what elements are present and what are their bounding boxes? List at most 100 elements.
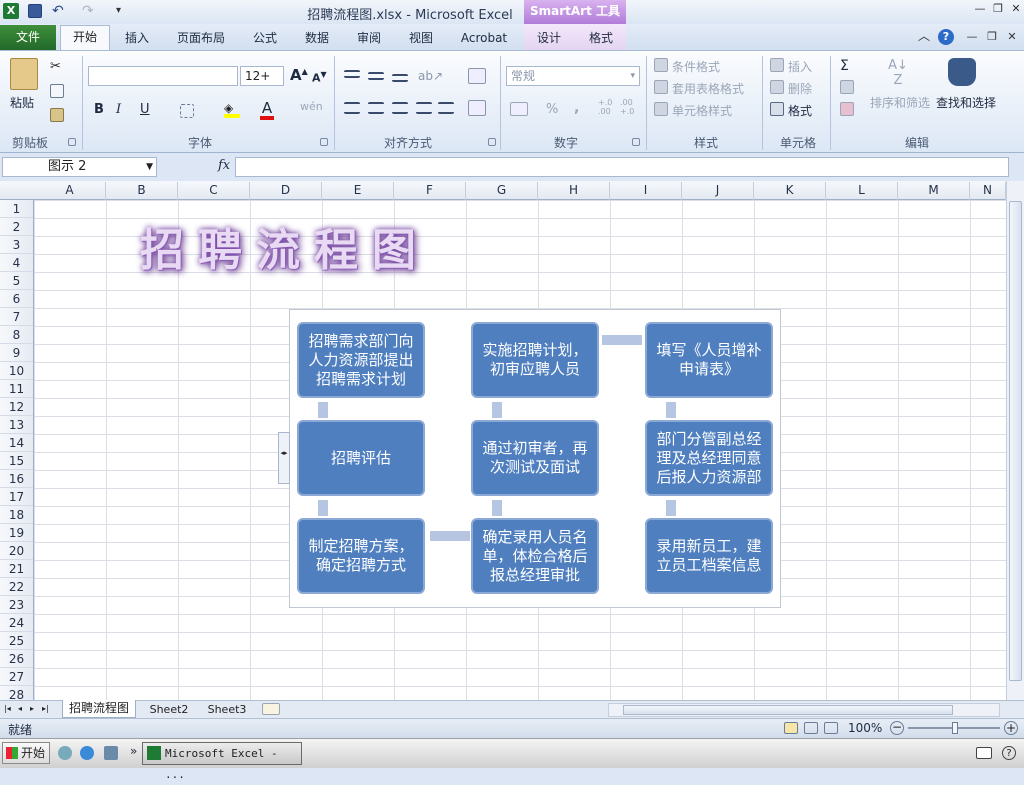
fill-color-icon[interactable]: ◈ xyxy=(224,102,240,118)
column-header-l[interactable]: L xyxy=(826,182,898,200)
increase-decimal-button[interactable]: +.0 .00 xyxy=(598,98,612,116)
row-header[interactable]: 11 xyxy=(0,380,33,398)
column-header-m[interactable]: M xyxy=(898,182,970,200)
tab-insert[interactable]: 插入 xyxy=(116,27,158,49)
cut-icon[interactable]: ✂ xyxy=(50,60,64,74)
align-center-icon[interactable] xyxy=(368,102,384,114)
align-left-icon[interactable] xyxy=(344,102,360,114)
sort-filter-icon[interactable]: A↓ Z xyxy=(884,58,912,88)
column-header-j[interactable]: J xyxy=(682,182,754,200)
column-header-e[interactable]: E xyxy=(322,182,394,200)
zoom-out-icon[interactable]: − xyxy=(890,721,904,735)
keyboard-icon[interactable] xyxy=(976,747,992,759)
vertical-scrollbar[interactable] xyxy=(1006,181,1024,700)
sort-filter-button[interactable]: 排序和筛选 xyxy=(870,94,930,111)
row-header[interactable]: 17 xyxy=(0,488,33,506)
row-header[interactable]: 26 xyxy=(0,650,33,668)
insert-sheet-icon[interactable] xyxy=(262,703,280,715)
row-header[interactable]: 8 xyxy=(0,326,33,344)
column-header-c[interactable]: C xyxy=(178,182,250,200)
row-header[interactable]: 13 xyxy=(0,416,33,434)
row-header[interactable]: 27 xyxy=(0,668,33,686)
increase-indent-icon[interactable] xyxy=(438,102,454,114)
row-header[interactable]: 3 xyxy=(0,236,33,254)
flow-node[interactable]: 填写《人员增补申请表》 xyxy=(645,322,773,398)
row-header[interactable]: 1 xyxy=(0,200,33,218)
row-header[interactable]: 25 xyxy=(0,632,33,650)
column-header-i[interactable]: I xyxy=(610,182,682,200)
flow-node[interactable]: 部门分管副总经理及总经理同意后报人力资源部 xyxy=(645,420,773,496)
flow-node[interactable]: 通过初审者，再次测试及面试 xyxy=(471,420,599,496)
cell-styles-button[interactable]: 单元格样式 xyxy=(672,102,732,119)
clipboard-launcher-icon[interactable] xyxy=(68,138,76,146)
quick-launch-icon[interactable] xyxy=(58,746,72,760)
wrap-text-icon[interactable] xyxy=(468,68,486,84)
underline-button[interactable]: U xyxy=(140,102,150,117)
row-header[interactable]: 5 xyxy=(0,272,33,290)
paste-button[interactable]: 粘贴 xyxy=(10,94,34,111)
delete-cells-icon[interactable] xyxy=(770,80,784,94)
prev-sheet-icon[interactable]: ◂ xyxy=(18,704,28,714)
last-sheet-icon[interactable]: ▸| xyxy=(42,704,54,714)
first-sheet-icon[interactable]: |◂ xyxy=(4,704,14,714)
tab-file[interactable]: 文件 xyxy=(0,25,56,50)
zoom-level[interactable]: 100% xyxy=(848,721,882,735)
flow-node[interactable]: 确定录用人员名单，体检合格后报总经理审批 xyxy=(471,518,599,594)
align-top-icon[interactable] xyxy=(344,70,360,78)
copy-icon[interactable] xyxy=(50,84,64,98)
ie-icon[interactable] xyxy=(80,746,94,760)
flow-node[interactable]: 招聘需求部门向人力资源部提出招聘需求计划 xyxy=(297,322,425,398)
find-select-icon[interactable] xyxy=(948,58,976,86)
paste-icon[interactable] xyxy=(10,58,38,90)
column-header-b[interactable]: B xyxy=(106,182,178,200)
align-bottom-icon[interactable] xyxy=(392,74,408,82)
tab-view[interactable]: 视图 xyxy=(400,27,442,49)
wordart-title[interactable]: 招聘流程图 xyxy=(140,214,430,278)
tab-acrobat[interactable]: Acrobat xyxy=(454,27,514,49)
row-header[interactable]: 16 xyxy=(0,470,33,488)
minimize-icon[interactable]: — xyxy=(972,2,988,16)
tab-design[interactable]: 设计 xyxy=(528,27,570,49)
number-launcher-icon[interactable] xyxy=(632,138,640,146)
format-cells-button[interactable]: 格式 xyxy=(788,102,812,119)
grow-font-icon[interactable]: A▲ xyxy=(290,66,308,84)
save-icon[interactable] xyxy=(28,4,42,18)
h-scroll-thumb[interactable] xyxy=(623,705,953,715)
quick-launch-more[interactable]: » xyxy=(130,744,137,758)
help-icon[interactable]: ? xyxy=(938,29,954,45)
fill-icon[interactable] xyxy=(840,80,854,94)
help-tray-icon[interactable]: ? xyxy=(1002,746,1016,760)
flow-node[interactable]: 制定招聘方案，确定招聘方式 xyxy=(297,518,425,594)
name-box[interactable]: 图示 2 ▼ xyxy=(2,157,157,177)
number-format-select[interactable]: 常规 ▾ xyxy=(506,66,640,86)
doc-close-icon[interactable]: ✕ xyxy=(1004,30,1020,44)
phonetic-guide-button[interactable]: wén xyxy=(300,100,323,113)
column-header-d[interactable]: D xyxy=(250,182,322,200)
border-icon[interactable] xyxy=(180,104,194,118)
row-header[interactable]: 24 xyxy=(0,614,33,632)
font-size-select[interactable]: 12+ xyxy=(240,66,284,86)
font-name-select[interactable] xyxy=(88,66,238,86)
column-header-n[interactable]: N xyxy=(970,182,1006,200)
next-sheet-icon[interactable]: ▸ xyxy=(30,704,40,714)
row-header[interactable]: 7 xyxy=(0,308,33,326)
column-header-f[interactable]: F xyxy=(394,182,466,200)
sheet-tab[interactable]: Sheet3 xyxy=(200,702,254,718)
row-header[interactable]: 22 xyxy=(0,578,33,596)
orientation-icon[interactable]: ab↗ xyxy=(418,70,443,82)
zoom-in-icon[interactable]: + xyxy=(1004,721,1018,735)
formula-input[interactable] xyxy=(235,157,1009,177)
doc-restore-icon[interactable]: ❐ xyxy=(984,30,1000,44)
row-header[interactable]: 19 xyxy=(0,524,33,542)
fx-button[interactable]: fx xyxy=(218,158,230,173)
row-header[interactable]: 14 xyxy=(0,434,33,452)
insert-cells-icon[interactable] xyxy=(770,58,784,72)
horizontal-scrollbar[interactable] xyxy=(608,703,1000,717)
bold-button[interactable]: B xyxy=(94,102,104,117)
decrease-indent-icon[interactable] xyxy=(416,102,432,114)
row-header[interactable]: 4 xyxy=(0,254,33,272)
clear-icon[interactable] xyxy=(840,102,854,116)
restore-icon[interactable]: ❐ xyxy=(990,2,1006,16)
tab-data[interactable]: 数据 xyxy=(296,27,338,49)
format-cells-icon[interactable] xyxy=(770,102,784,116)
